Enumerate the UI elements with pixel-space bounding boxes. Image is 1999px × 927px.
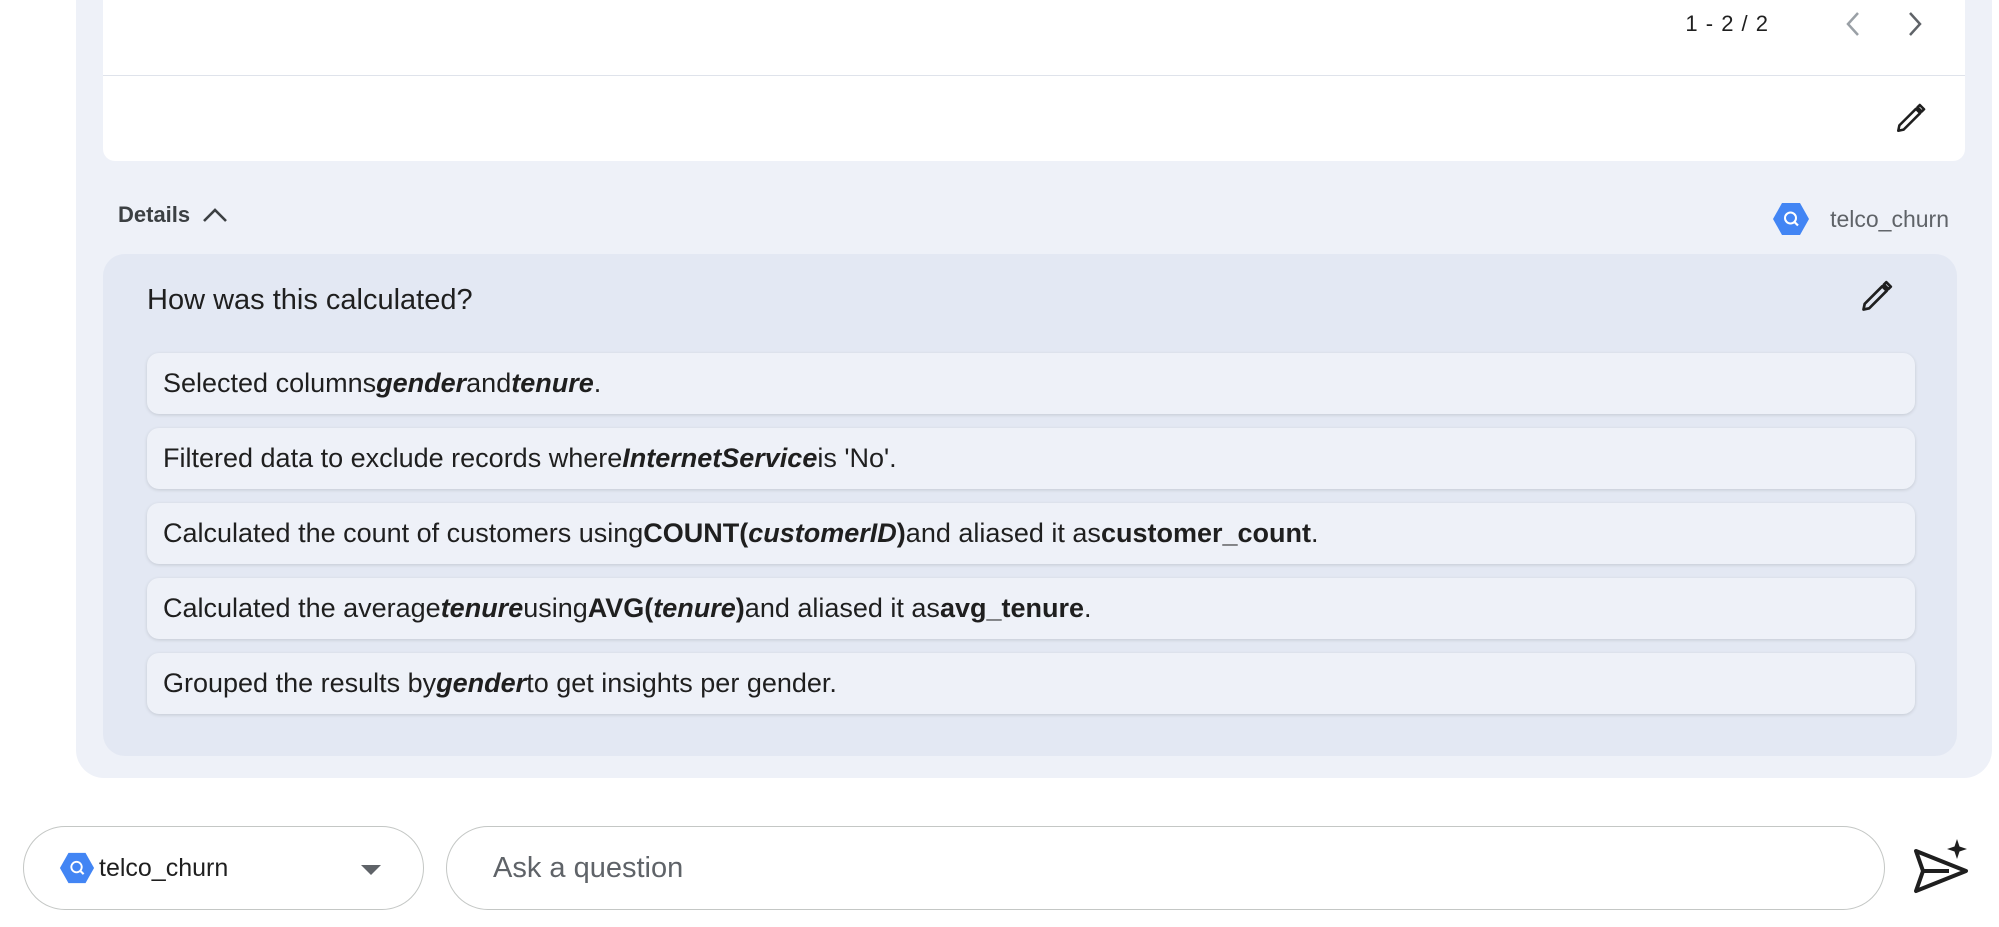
question-bar: telco_churn	[0, 826, 1999, 912]
send-button[interactable]	[1906, 832, 1978, 904]
chevron-right-icon	[1909, 12, 1922, 36]
calculation-step: Calculated the count of customers using …	[147, 503, 1915, 564]
step-field: customerID	[748, 518, 897, 548]
step-field: tenure	[653, 593, 736, 623]
caret-down-icon	[361, 865, 381, 875]
previous-page-button[interactable]	[1839, 10, 1867, 38]
chevron-left-icon	[1846, 12, 1859, 36]
chevron-up-icon	[203, 208, 228, 222]
step-function: AVG(	[587, 593, 654, 623]
bigquery-hexagon-icon	[59, 852, 95, 884]
step-text: using	[523, 593, 588, 623]
calculation-steps: Selected columns gender and tenure. Filt…	[147, 353, 1915, 728]
edit-table-button[interactable]	[1891, 98, 1931, 138]
data-source-tag: telco_churn	[1772, 200, 1949, 238]
step-text: .	[593, 368, 602, 398]
results-table-card: 1 - 2 / 2	[103, 0, 1965, 161]
step-text: .	[1084, 593, 1092, 623]
step-text: and aliased it as	[744, 593, 940, 623]
step-text: Filtered data to exclude records where	[163, 443, 623, 473]
calculation-step: Filtered data to exclude records where I…	[147, 428, 1915, 489]
data-source-select[interactable]: telco_churn	[23, 826, 424, 910]
step-text: Calculated the average	[163, 593, 441, 623]
step-field: InternetService	[622, 443, 818, 473]
step-alias: customer_count	[1100, 518, 1311, 548]
step-text: to get insights per gender.	[526, 668, 837, 698]
ask-question-input[interactable]	[446, 826, 1885, 910]
data-source-select-value: telco_churn	[99, 853, 229, 882]
calculation-step: Calculated the average tenure using AVG(…	[147, 578, 1915, 639]
step-text: .	[1310, 518, 1319, 548]
step-field: tenure	[511, 368, 594, 398]
table-divider	[103, 75, 1965, 76]
details-toggle[interactable]: Details	[118, 202, 228, 228]
pencil-icon	[1896, 103, 1926, 133]
data-source-name: telco_churn	[1830, 205, 1949, 232]
details-label: Details	[118, 202, 191, 227]
step-text: is 'No'.	[817, 443, 897, 473]
step-text: and aliased it as	[905, 518, 1101, 548]
table-pagination: 1 - 2 / 2	[1685, 10, 1929, 38]
step-function: )	[735, 593, 745, 623]
step-function: )	[896, 518, 906, 548]
pencil-icon	[1862, 280, 1893, 311]
step-text: Grouped the results by	[163, 668, 437, 698]
step-field: tenure	[440, 593, 524, 623]
calculation-step: Grouped the results by gender to get ins…	[147, 653, 1915, 714]
next-page-button[interactable]	[1901, 10, 1929, 38]
step-field: gender	[436, 668, 527, 698]
step-text: Calculated the count of customers using	[163, 518, 644, 548]
pagination-range: 1 - 2 / 2	[1685, 11, 1769, 36]
calculation-card: How was this calculated? Selected column…	[103, 254, 1957, 756]
step-text: and	[466, 368, 512, 398]
edit-calculation-button[interactable]	[1855, 274, 1899, 318]
step-field: gender	[376, 368, 467, 398]
step-alias: avg_tenure	[939, 593, 1084, 623]
calculation-title: How was this calculated?	[147, 284, 473, 316]
step-text: Selected columns	[163, 368, 377, 398]
step-function: COUNT(	[643, 518, 749, 548]
bigquery-hexagon-icon	[1773, 203, 1810, 235]
calculation-step: Selected columns gender and tenure.	[147, 353, 1915, 414]
send-sparkle-icon	[1914, 839, 1968, 893]
